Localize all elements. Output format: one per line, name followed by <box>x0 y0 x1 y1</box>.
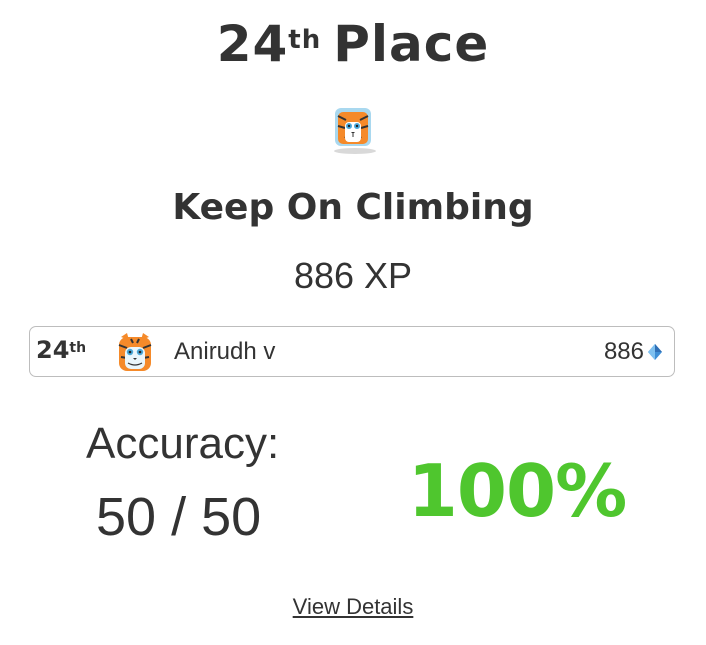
player-name: Anirudh v <box>174 338 276 365</box>
tiger-avatar-icon <box>335 108 371 146</box>
tagline: Keep On Climbing <box>172 187 534 228</box>
xp-earned: 886 XP <box>293 255 413 296</box>
place-rank-word: Place <box>333 15 490 73</box>
row-rank-suffix: th <box>69 340 87 356</box>
row-rank-number: 24 <box>36 336 70 364</box>
row-rank: 24th <box>36 335 86 365</box>
place-rank-number: 24 <box>216 15 289 73</box>
accuracy-label: Accuracy: <box>86 419 280 468</box>
view-details-link[interactable]: View Details <box>0 593 706 621</box>
place-title: 24th Place <box>0 12 706 76</box>
player-score: 886 <box>603 338 644 365</box>
gem-icon <box>648 344 662 360</box>
accuracy-percent: 100% <box>407 449 627 533</box>
place-rank-suffix: th <box>288 25 322 55</box>
accuracy-fraction: 50 / 50 <box>96 487 262 547</box>
avatar-shadow <box>334 148 376 154</box>
leaderboard-row: 24th Anirudh v 886 <box>29 326 675 377</box>
tiger-icon <box>118 333 152 371</box>
